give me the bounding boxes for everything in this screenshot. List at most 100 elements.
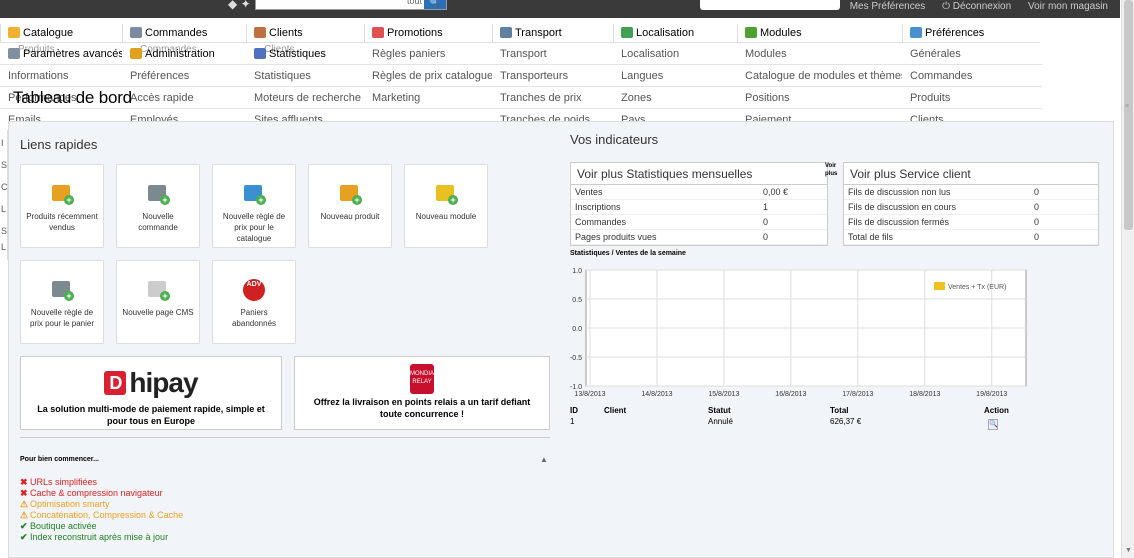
check-item[interactable]: ✖ Cache & compression navigateur [20,488,163,498]
check-item[interactable]: ✖ URLs simplifiées [20,477,97,487]
quick-link-tile[interactable]: + Nouvelle règle de prix pour le panier [20,260,104,344]
transport-submenu-item[interactable]: Tranches de prix [492,87,613,109]
tag-icon [372,27,384,38]
search-icon[interactable]: 🔍 [424,0,446,9]
indicator-row: Fils de discussion fermés 0 [844,215,1098,230]
quick-link-label: commande [138,223,178,232]
menu-tab-prefs[interactable]: Préférences [902,24,1042,42]
quick-link-tile[interactable]: + Nouveau produit [308,164,392,248]
scrollbar-thumb[interactable] [1124,0,1133,230]
view-shop-link[interactable]: Voir mon magasin [1028,1,1108,12]
submenu-administration[interactable]: Commandes Administration [122,43,246,65]
indicator-value: 0 [1034,202,1040,212]
clients-submenu-item[interactable]: Moteurs de recherche [246,87,364,109]
menu-tab-label: Clients [269,27,303,39]
monthly-stats-header[interactable]: Voir plus Statistiques mensuelles [571,163,827,185]
catalogue-submenu-item[interactable]: Informations [0,65,122,87]
chart-title: Statistiques / Ventes de la semaine [570,250,686,257]
menu-tab-label: Transport [515,27,562,39]
indicator-row: Total de fils 0 [844,230,1098,245]
orders-header-action: Action [984,406,1009,415]
view-icon[interactable]: 🔍 [988,419,998,430]
header-search[interactable]: tout 🔍 [255,0,447,10]
quick-link-label: vendus [49,223,75,232]
voir-plus-link[interactable]: Voir plus [825,162,845,178]
scrollbar[interactable]: ▲ ≡ ▼ [1121,0,1134,558]
quick-link-tile[interactable]: + Nouvelle règle de prix pour le catalogue [212,164,296,248]
cart-add-icon: + [146,183,170,205]
quick-search-input[interactable] [700,0,840,10]
y-tick-label: -1.0 [570,384,582,391]
indicator-row: Pages produits vues 0 [571,230,827,245]
transport-submenu-item[interactable]: Transport [492,43,613,65]
key-icon [130,48,142,59]
transport-submenu-item[interactable]: Transporteurs [492,65,613,87]
indicator-value: 0 [763,232,769,242]
collapse-arrow-icon[interactable]: ▲ [540,455,548,464]
quick-link-tile[interactable]: + Nouveau module [404,164,488,248]
promotions-submenu-item[interactable]: Marketing [364,87,492,109]
clients-submenu-item[interactable]: Statistiques [246,65,364,87]
indicator-row: Commandes 0 [571,215,827,230]
customer-service-header[interactable]: Voir plus Service client [844,163,1098,185]
modules-submenu-item[interactable]: Modules [737,43,902,65]
localisation-submenu-item[interactable]: Zones [613,87,737,109]
quick-links-title: Liens rapides [20,137,98,152]
menu-tab-globe[interactable]: Localisation [613,24,737,42]
modules-submenu-item[interactable]: Catalogue de modules et thèmes [737,65,906,87]
overflow-letter-i: I [1,138,4,148]
menu-tab-puzzle[interactable]: Modules [737,24,902,42]
preferences-submenu-item[interactable]: Générales [902,43,1042,65]
y-tick-label: -0.5 [570,355,582,362]
overflow-letter-l: L [1,204,7,214]
localisation-submenu-item[interactable]: Langues [613,65,737,87]
customer-service-table: Voir plus Service client Fils de discuss… [843,162,1099,246]
hipay-logo: Dhipay [21,367,281,399]
check-item[interactable]: ✔ Boutique activée [20,521,97,531]
submenu-label: Statistiques [269,48,326,60]
mondial-relay-promo[interactable]: MONDIAL RELAY Offrez la livraison en poi… [294,356,550,430]
scroll-grip-icon: ≡ [1125,103,1130,110]
quick-link-label: prix pour le [234,223,274,232]
mondial-relay-logo: MONDIAL RELAY [410,364,437,394]
quick-link-tile[interactable]: + Nouvelle page CMS [116,260,200,344]
indicator-label: Fils de discussion fermés [848,217,950,227]
page-add-icon: + [146,279,170,301]
quick-link-tile[interactable]: + Nouvelle commande [116,164,200,248]
check-item[interactable]: ✔ Index reconstruit après mise à jour [20,532,168,542]
commandes-submenu-item[interactable]: Accès rapide [122,87,246,109]
modules-submenu-item[interactable]: Positions [737,87,902,109]
scroll-down-icon[interactable]: ▼ [1125,547,1132,554]
relay-text: Offrez la livraison en points relais a u… [313,397,531,419]
quick-link-tile[interactable]: + Produits récemment vendus [20,164,104,248]
hipay-promo[interactable]: Dhipay La solution multi-mode de paiemen… [20,356,282,430]
my-preferences-link[interactable]: Mes Préférences [850,1,926,12]
indicator-label: Pages produits vues [575,232,657,242]
x-tick-label: 16/8/2013 [775,391,806,398]
legend-label: Ventes + Tx (EUR) [948,284,1006,291]
check-label: Cache & compression navigateur [30,488,163,498]
quick-link-tile[interactable]: ADV Paniers abandonnés [212,260,296,344]
check-label: Index reconstruit après mise à jour [30,532,169,542]
localisation-submenu-item[interactable]: Localisation [613,43,737,65]
promotions-submenu-item[interactable]: Règles paniers [364,43,492,65]
preferences-submenu-item[interactable]: Commandes [902,65,1042,87]
promotions-submenu-item[interactable]: Règles de prix catalogue [364,65,493,87]
preferences-submenu-item[interactable]: Produits [902,87,1042,109]
menu-tab-label: Commandes [145,27,208,39]
search-scope-select[interactable]: tout [407,0,422,6]
menu-tab-truck[interactable]: Transport [492,24,613,42]
quick-link-label: Nouvelle règle de [222,212,286,221]
commandes-submenu-item[interactable]: Préférences [122,65,246,87]
check-label: URLs simplifiées [30,477,98,487]
x-tick-label: 17/8/2013 [842,391,873,398]
check-item[interactable]: ⚠ Optimisation smarty [20,499,110,509]
indicator-label: Fils de discussion en cours [848,202,957,212]
submenu-statistiques[interactable]: Clients Statistiques [246,43,364,65]
quick-link-label: prix pour le panier [29,319,95,328]
check-item[interactable]: ⚠ Concaténation, Compression & Cache [20,510,183,520]
menu-tab-label: Préférences [925,27,985,39]
menu-tab-tag[interactable]: Promotions [364,24,492,42]
logout-link[interactable]: ⏻ Déconnexion [942,1,1011,12]
submenu-param_avances[interactable]: Produits Paramètres avancés [0,43,124,65]
